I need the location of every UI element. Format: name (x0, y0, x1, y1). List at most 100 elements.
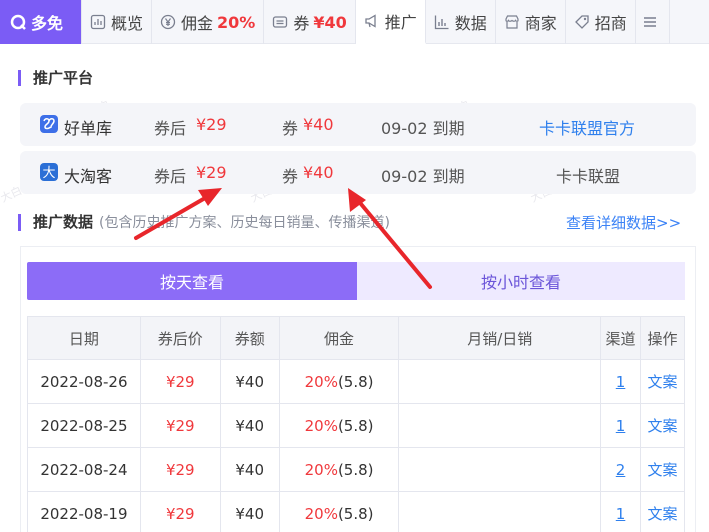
tag-icon (574, 15, 589, 29)
platform-row-dataoke[interactable]: 大 大淘客 券后 ¥29 券 ¥40 09-02 到期 卡卡联盟 (20, 151, 696, 194)
table-row: 2022-08-25 ¥29 ¥40 20%(5.8) 1 文案 (27, 403, 685, 448)
by-day-button[interactable]: 按天查看 (27, 262, 357, 300)
commission-rate: 20% (304, 504, 338, 523)
tab-promotion[interactable]: 推广 (355, 0, 426, 44)
promo-data-table: 日期 券后价 券额 佣金 月销/日销 渠道 操作 2022-08-26 ¥29 ¥4… (27, 316, 685, 532)
dataoke-logo-icon: 大 (40, 163, 58, 181)
expiry-date: 09-02 到期 (381, 167, 465, 186)
cell-date: 2022-08-19 (27, 491, 141, 532)
col-commission: 佣金 (278, 316, 400, 360)
tab-coupon-label: 券 (293, 14, 310, 33)
commission-amount: (5.8) (337, 416, 374, 435)
platform-name: 好单库 (64, 119, 113, 138)
cell-coupon: ¥40 (219, 491, 280, 532)
cell-commission: 20%(5.8) (278, 403, 400, 448)
platform-section-title: 推广平台 (18, 70, 93, 86)
megaphone-icon (365, 14, 376, 28)
tab-recruit-label: 招商 (594, 14, 627, 33)
platform-name: 大淘客 (64, 167, 113, 186)
cell-channel: 1 (600, 403, 642, 448)
channel-link[interactable]: 1 (616, 505, 626, 523)
coupon-amount: ¥40 (303, 115, 334, 134)
top-tab-bar: 多免 概览 佣金 20% 券 ¥40 推广 数据 商家 招商 (0, 0, 709, 44)
by-hour-button[interactable]: 按小时查看 (357, 262, 685, 300)
tab-merchant-label: 商家 (524, 14, 557, 33)
coupon-label: 券 (282, 119, 299, 138)
overview-icon (90, 14, 106, 30)
view-detail-link[interactable]: 查看详细数据>> (566, 212, 681, 233)
cell-coupon: ¥40 (219, 359, 280, 404)
tab-more[interactable] (636, 0, 670, 44)
cell-date: 2022-08-26 (27, 359, 141, 404)
copywriting-link[interactable]: 文案 (648, 505, 678, 523)
col-action: 操作 (640, 316, 685, 360)
channel-link[interactable]: 1 (616, 417, 626, 435)
tab-commission[interactable]: 佣金 20% (152, 0, 265, 44)
table-row: 2022-08-24 ¥29 ¥40 20%(5.8) 2 文案 (27, 447, 685, 492)
cell-action: 文案 (640, 491, 685, 532)
cell-sales (398, 403, 602, 448)
cell-price: ¥29 (139, 359, 221, 404)
cell-commission: 20%(5.8) (278, 359, 400, 404)
col-coupon: 券额 (219, 316, 280, 360)
commission-rate: 20% (304, 460, 338, 479)
cell-date: 2022-08-24 (27, 447, 141, 492)
svg-text:大: 大 (42, 166, 55, 181)
yen-icon (160, 14, 176, 30)
after-coupon-price: ¥29 (196, 115, 227, 134)
tab-data[interactable]: 数据 (426, 0, 496, 44)
after-coupon-price: ¥29 (196, 163, 227, 182)
channel-link[interactable]: 1 (616, 373, 626, 391)
cell-date: 2022-08-25 (27, 403, 141, 448)
col-sales: 月销/日销 (398, 316, 602, 360)
platform-row-haodanku[interactable]: 好单库 券后 ¥29 券 ¥40 09-02 到期 卡卡联盟官方 (20, 103, 696, 146)
platform-source-link[interactable]: 卡卡联盟 (556, 163, 620, 187)
cell-sales (398, 447, 602, 492)
tab-commission-label: 佣金 (181, 14, 214, 33)
expiry-date: 09-02 到期 (381, 119, 465, 138)
platform-source-link[interactable]: 卡卡联盟官方 (539, 115, 635, 139)
cell-sales (398, 491, 602, 532)
tab-merchant[interactable]: 商家 (496, 0, 566, 44)
tab-overview-label: 概览 (111, 14, 144, 33)
col-date: 日期 (27, 316, 141, 360)
promo-title-note: (包含历史推广方案、历史每日销量、传播渠道) (99, 215, 390, 231)
commission-rate: 20% (304, 416, 338, 435)
tab-brand-label: 多免 (31, 14, 64, 33)
tab-coupon[interactable]: 券 ¥40 (264, 0, 356, 44)
tab-promotion-label: 推广 (384, 13, 417, 32)
table-row: 2022-08-26 ¥29 ¥40 20%(5.8) 1 文案 (27, 359, 685, 404)
channel-link[interactable]: 2 (616, 461, 626, 479)
tab-coupon-value: ¥40 (313, 12, 347, 32)
tab-recruit[interactable]: 招商 (566, 0, 636, 44)
cell-sales (398, 359, 602, 404)
platform-title-text: 推广平台 (33, 69, 94, 87)
commission-amount: (5.8) (337, 504, 374, 523)
cell-action: 文案 (640, 447, 685, 492)
copywriting-link[interactable]: 文案 (648, 373, 678, 391)
after-coupon-label: 券后 (154, 119, 187, 138)
tab-overview[interactable]: 概览 (82, 0, 153, 44)
coupon-amount: ¥40 (303, 163, 334, 182)
promo-title-text: 推广数据 (33, 213, 94, 231)
cell-price: ¥29 (139, 447, 221, 492)
cell-coupon: ¥40 (219, 447, 280, 492)
table-row: 2022-08-19 ¥29 ¥40 20%(5.8) 1 文案 (27, 491, 685, 532)
col-price: 券后价 (139, 316, 221, 360)
shop-icon (505, 15, 519, 29)
cell-commission: 20%(5.8) (278, 447, 400, 492)
tab-brand[interactable]: 多免 (0, 0, 82, 44)
copywriting-link[interactable]: 文案 (648, 417, 678, 435)
cell-channel: 1 (600, 359, 642, 404)
cell-price: ¥29 (139, 491, 221, 532)
coupon-icon (273, 16, 288, 28)
coupon-label: 券 (282, 167, 299, 186)
cell-action: 文案 (640, 359, 685, 404)
col-channel: 渠道 (600, 316, 642, 360)
cell-commission: 20%(5.8) (278, 491, 400, 532)
commission-amount: (5.8) (337, 460, 374, 479)
brand-logo-icon (10, 14, 26, 30)
cell-channel: 1 (600, 491, 642, 532)
cell-channel: 2 (600, 447, 642, 492)
copywriting-link[interactable]: 文案 (648, 461, 678, 479)
